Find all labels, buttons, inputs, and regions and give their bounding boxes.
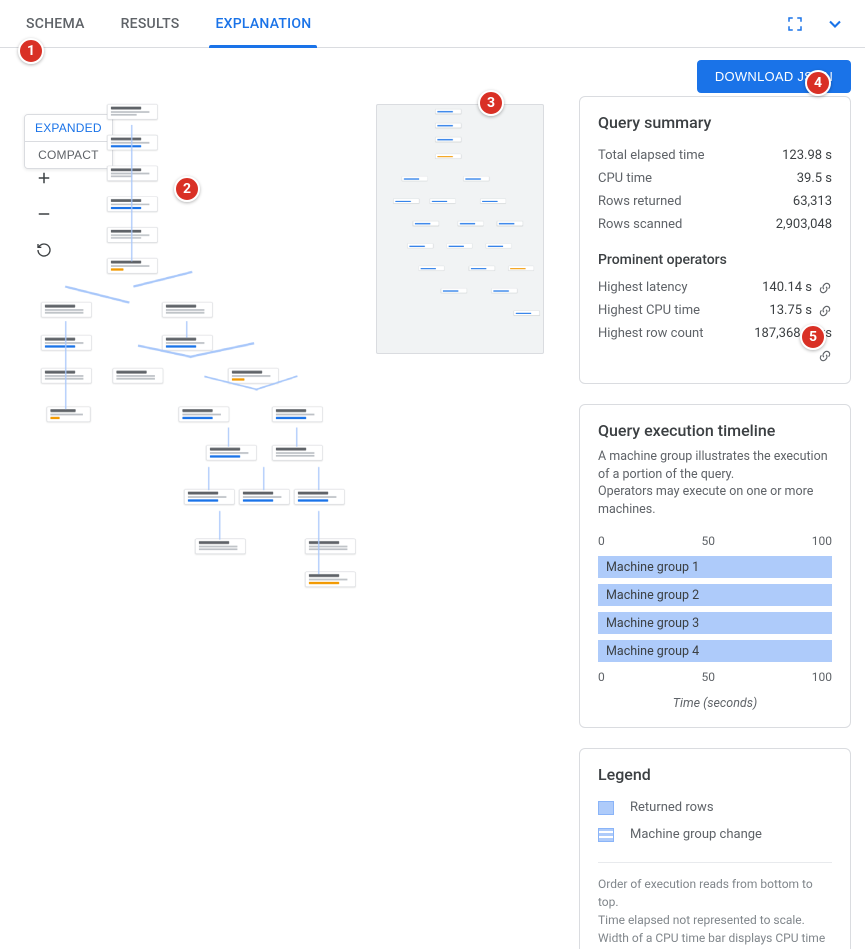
kv-value: 63,313: [793, 194, 832, 209]
kv-label: Highest CPU time: [598, 303, 700, 318]
annotation-3: 3: [478, 90, 504, 116]
query-plan-canvas[interactable]: EXPANDED COMPACT: [0, 48, 565, 949]
tab-results[interactable]: RESULTS: [103, 0, 198, 48]
kv-total-elapsed: Total elapsed time 123.98 s: [598, 144, 832, 167]
timeline-axis-label: Time (seconds): [598, 696, 832, 711]
kv-value: 140.14 s: [762, 280, 812, 295]
kv-value: 39.5 s: [797, 171, 832, 186]
expanded-button[interactable]: EXPANDED: [25, 115, 112, 142]
axis-tick: 0: [598, 534, 605, 548]
legend-title: Legend: [598, 765, 832, 784]
kv-value: 123.98 s: [782, 148, 832, 163]
axis-tick: 100: [812, 670, 832, 684]
legend-machine-group-change: Machine group change: [598, 821, 832, 848]
timeline-title: Query execution timeline: [598, 421, 832, 440]
fine-line: Time elapsed not represented to scale.: [598, 913, 805, 927]
annotation-1: 1: [18, 38, 44, 64]
swatch-striped-icon: [598, 828, 614, 842]
kv-highest-rows-link: [598, 345, 832, 367]
axis-tick: 100: [812, 534, 832, 548]
kv-rows-scanned: Rows scanned 2,903,048: [598, 213, 832, 236]
kv-highest-cpu: Highest CPU time 13.75 s: [598, 299, 832, 322]
legend-fineprint: Order of execution reads from bottom to …: [598, 862, 832, 949]
desc-line: Operators may execute on one or more mac…: [598, 484, 813, 517]
kv-label: Highest latency: [598, 280, 688, 295]
machine-group-bar[interactable]: Machine group 4: [598, 640, 832, 662]
swatch-icon: [598, 801, 614, 815]
timeline-axis-top: 0 50 100: [598, 532, 832, 550]
kv-value: 13.75 s: [769, 303, 812, 318]
timeline-desc: A machine group illustrates the executio…: [598, 448, 832, 518]
tab-explanation[interactable]: EXPLANATION: [197, 0, 329, 48]
kv-value: 2,903,048: [776, 217, 832, 232]
tab-bar: SCHEMA RESULTS EXPLANATION: [0, 0, 865, 48]
annotation-2: 2: [174, 176, 200, 202]
zoom-controls: [30, 164, 58, 264]
link-icon[interactable]: [818, 304, 832, 318]
kv-rows-returned: Rows returned 63,313: [598, 190, 832, 213]
machine-group-bar[interactable]: Machine group 3: [598, 612, 832, 634]
kv-highest-rows: Highest row count 187,368 rows: [598, 322, 832, 345]
timeline-card: Query execution timeline A machine group…: [579, 404, 851, 728]
fullscreen-icon[interactable]: [781, 10, 809, 38]
query-summary-title: Query summary: [598, 113, 832, 132]
timeline-bars: Machine group 1 Machine group 2 Machine …: [598, 556, 832, 662]
kv-highest-latency: Highest latency 140.14 s: [598, 276, 832, 299]
link-icon[interactable]: [818, 349, 832, 363]
annotation-5: 5: [800, 324, 826, 350]
zoom-in-button[interactable]: [30, 164, 58, 192]
info-sidebar: Query summary Total elapsed time 123.98 …: [565, 48, 865, 949]
prominent-operators-title: Prominent operators: [598, 252, 832, 268]
timeline-axis-bottom: 0 50 100: [598, 668, 832, 686]
kv-label: Total elapsed time: [598, 148, 705, 163]
zoom-out-button[interactable]: [30, 200, 58, 228]
view-mode-toggle: EXPANDED COMPACT: [24, 114, 113, 169]
reset-zoom-button[interactable]: [30, 236, 58, 264]
fine-line: Order of execution reads from bottom to …: [598, 877, 813, 909]
legend-label: Returned rows: [630, 800, 714, 815]
machine-group-bar[interactable]: Machine group 2: [598, 584, 832, 606]
minimap[interactable]: [376, 104, 544, 354]
kv-label: Rows scanned: [598, 217, 682, 232]
annotation-4: 4: [805, 70, 831, 96]
kv-label: CPU time: [598, 171, 652, 186]
expand-less-icon[interactable]: [821, 10, 849, 38]
kv-cpu-time: CPU time 39.5 s: [598, 167, 832, 190]
machine-group-bar[interactable]: Machine group 1: [598, 556, 832, 578]
axis-tick: 50: [702, 670, 716, 684]
axis-tick: 0: [598, 670, 605, 684]
desc-line: A machine group illustrates the executio…: [598, 449, 828, 482]
link-icon[interactable]: [818, 281, 832, 295]
axis-tick: 50: [702, 534, 716, 548]
kv-label: Rows returned: [598, 194, 682, 209]
legend-card: Legend Returned rows Machine group chang…: [579, 748, 851, 949]
legend-label: Machine group change: [630, 827, 762, 842]
kv-label: Highest row count: [598, 326, 703, 341]
fine-line: Width of a CPU time bar displays CPU tim…: [598, 931, 825, 949]
legend-returned-rows: Returned rows: [598, 794, 832, 821]
